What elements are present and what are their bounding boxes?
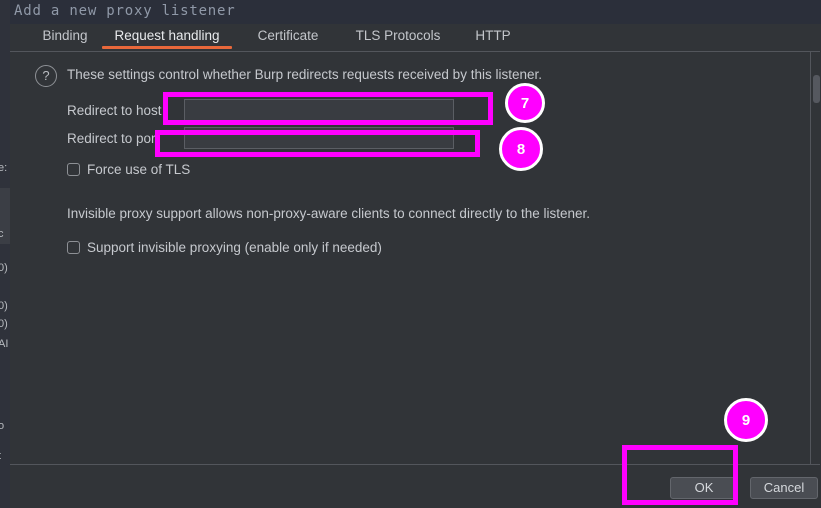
tab-certificate[interactable]: Certificate (242, 24, 334, 50)
tab-request-handling[interactable]: Request handling (102, 24, 232, 50)
tab-label: HTTP (475, 28, 511, 43)
support-invisible-proxying-label: Support invisible proxying (enable only … (87, 240, 382, 255)
background-text-fragment: 0) (0, 262, 8, 274)
force-use-of-tls-checkbox-row[interactable]: Force use of TLS (67, 162, 190, 177)
tab-label: Certificate (257, 28, 319, 43)
help-question-icon[interactable]: ? (35, 65, 57, 87)
invisible-proxy-description: Invisible proxy support allows non-proxy… (67, 206, 590, 221)
background-text-fragment: 0) (0, 318, 8, 330)
tab-label: Binding (42, 28, 88, 43)
panel-scrollbar[interactable] (813, 75, 820, 103)
dialog-footer: OK Cancel (10, 466, 821, 508)
support-invisible-proxying-checkbox-row[interactable]: Support invisible proxying (enable only … (67, 240, 382, 255)
tab-http[interactable]: HTTP (467, 24, 519, 50)
dialog-title-bar: Add a new proxy listener (10, 0, 821, 24)
redirect-to-host-label: Redirect to host (67, 103, 162, 118)
intro-description: These settings control whether Burp redi… (67, 67, 542, 82)
redirect-to-port-input[interactable] (184, 127, 454, 149)
background-text-fragment: o (0, 420, 4, 432)
background-text-fragment: t (0, 450, 1, 462)
add-proxy-listener-dialog: Add a new proxy listener Binding Request … (10, 0, 821, 508)
tab-binding[interactable]: Binding (30, 24, 100, 50)
tab-label: TLS Protocols (355, 28, 441, 43)
tab-tls-protocols[interactable]: TLS Protocols (345, 24, 451, 50)
redirect-to-port-label: Redirect to port (67, 131, 160, 146)
ok-button[interactable]: OK (670, 477, 738, 499)
checkbox-icon[interactable] (67, 163, 80, 176)
background-text-fragment: 0) (0, 300, 8, 312)
background-text-fragment: AI (0, 338, 9, 350)
dialog-title: Add a new proxy listener (14, 3, 236, 19)
background-text-fragment: e: (0, 162, 8, 174)
cancel-button[interactable]: Cancel (750, 477, 818, 499)
background-text-fragment: c (0, 228, 4, 240)
redirect-to-host-input[interactable] (184, 99, 454, 121)
tab-label: Request handling (114, 28, 220, 43)
dialog-tab-bar: Binding Request handling Certificate TLS Pr… (10, 24, 821, 50)
force-use-of-tls-label: Force use of TLS (87, 162, 191, 177)
panel-right-border (810, 51, 811, 465)
checkbox-icon[interactable] (67, 241, 80, 254)
active-tab-underline (102, 46, 232, 49)
